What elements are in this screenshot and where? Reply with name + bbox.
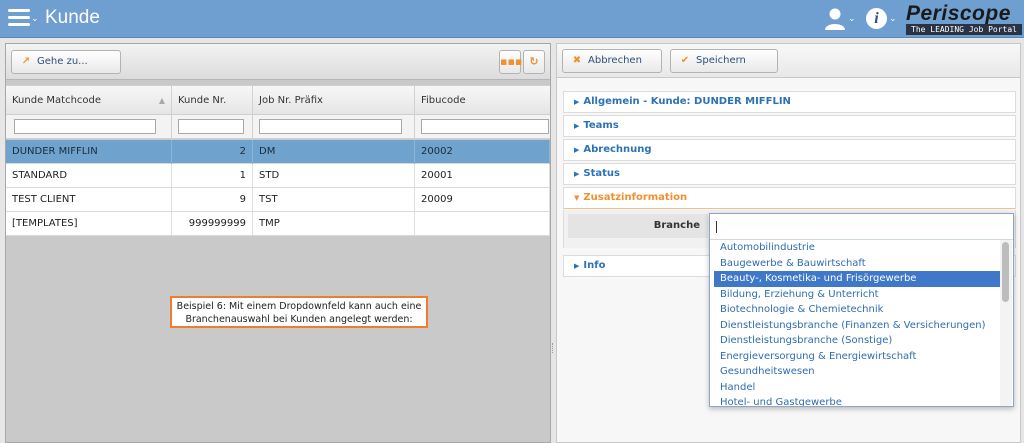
dropdown-option[interactable]: Energieversorgung & Energiewirtschaft: [714, 349, 1000, 365]
dropdown-option[interactable]: Dienstleistungsbranche (Sonstige): [714, 333, 1000, 349]
table-cell-fibu: 20001: [415, 164, 550, 188]
logo-tagline: The LEADING Job Portal: [906, 24, 1022, 35]
table-body: DUNDER MIFFLIN 2 DM 20002 STANDARD 1 STD 20001 T…: [6, 140, 550, 236]
save-button[interactable]: ✔ Speichern: [670, 49, 778, 73]
table-cell-praefix: DM: [253, 140, 415, 164]
chevron-down-icon[interactable]: ⌄: [848, 14, 856, 24]
dropdown-option[interactable]: Dienstleistungsbranche (Finanzen & Versi…: [714, 318, 1000, 334]
refresh-icon[interactable]: ↻: [523, 50, 545, 74]
table-cell-nr: 1: [172, 164, 253, 188]
filter-row: [6, 115, 550, 139]
arrow-up-right-icon: ↗: [21, 56, 31, 67]
dropdown-option[interactable]: Hotel- und Gastgewerbe: [714, 395, 1000, 406]
section-teams[interactable]: ▶ Teams: [563, 115, 1016, 137]
dropdown-option[interactable]: Automobilindustrie: [714, 240, 1000, 256]
section-abrechnung[interactable]: ▶ Abrechnung: [563, 139, 1016, 161]
section-allgemein[interactable]: ▶ Allgemein - Kunde: DUNDER MIFFLIN: [563, 91, 1016, 113]
x-icon: ✖: [572, 55, 582, 66]
table-cell-matchcode: [TEMPLATES]: [6, 212, 172, 236]
section-status[interactable]: ▶ Status: [563, 163, 1016, 185]
column-header-matchcode[interactable]: Kunde Matchcode ▲: [6, 86, 172, 116]
page-title: Kunde: [45, 7, 100, 28]
caret-right-icon: ▶: [574, 98, 580, 106]
chevron-down-icon[interactable]: ⌄: [31, 14, 39, 24]
goto-button-label: Gehe zu...: [37, 56, 88, 67]
dropdown-option[interactable]: Biotechnologie & Chemietechnik: [714, 302, 1000, 318]
caret-right-icon: ▶: [574, 146, 580, 154]
info-icon[interactable]: i: [866, 8, 887, 29]
table-cell-matchcode: DUNDER MIFFLIN: [6, 140, 172, 164]
cancel-button-label: Abbrechen: [588, 55, 642, 66]
caret-right-icon: ▶: [574, 262, 580, 270]
filter-input-praefix[interactable]: [259, 119, 402, 134]
table-cell-praefix: STD: [253, 164, 415, 188]
hamburger-icon[interactable]: [8, 9, 30, 27]
table-cell-matchcode: STANDARD: [6, 164, 172, 188]
logo-name: Periscope: [906, 2, 1011, 25]
column-header-fibucode[interactable]: Fibucode: [415, 86, 550, 116]
annotation-callout: Beispiel 6: Mit einem Dropdownfeld kann …: [170, 296, 428, 328]
branche-search-input[interactable]: [710, 214, 1013, 240]
logo: Periscope The LEADING Job Portal: [904, 2, 1022, 36]
table-row[interactable]: DUNDER MIFFLIN 2 DM 20002: [6, 140, 550, 164]
caret-right-icon: ▶: [574, 170, 580, 178]
branche-label: Branche: [653, 220, 700, 231]
caret-right-icon: ▶: [574, 122, 580, 130]
check-icon: ✔: [680, 55, 690, 66]
table-cell-praefix: TST: [253, 188, 415, 212]
filter-input-fibucode[interactable]: [421, 119, 549, 134]
dropdown-option[interactable]: Handel: [714, 380, 1000, 396]
more-options-button[interactable]: ▪▪▪: [499, 50, 522, 74]
detail-toolbar: ✖ Abbrechen ✔ Speichern: [557, 44, 1020, 78]
column-header-kunde-nr[interactable]: Kunde Nr.: [172, 86, 253, 116]
list-toolbar: ↗ Gehe zu... ▪▪▪ ↻: [6, 44, 550, 80]
table-header: Kunde Matchcode ▲ Kunde Nr. Job Nr. Präf…: [6, 85, 550, 116]
dropdown-option[interactable]: Beauty-, Kosmetika- und Frisörgewerbe: [714, 271, 1000, 287]
filter-input-kunde-nr[interactable]: [178, 119, 244, 134]
scrollbar-thumb[interactable]: [1002, 242, 1009, 302]
dropdown-scrollbar[interactable]: [1000, 240, 1012, 406]
section-zusatzinformation[interactable]: ▼ Zusatzinformation: [563, 187, 1016, 209]
save-button-label: Speichern: [696, 55, 746, 66]
table-row[interactable]: STANDARD 1 STD 20001: [6, 164, 550, 188]
filter-input-matchcode[interactable]: [14, 119, 156, 134]
customer-list-panel: ↗ Gehe zu... ▪▪▪ ↻ Kunde Matchcode ▲ Kund…: [5, 43, 551, 443]
table-cell-fibu: [415, 212, 550, 236]
table-cell-nr: 9: [172, 188, 253, 212]
table-row[interactable]: [TEMPLATES] 999999999 TMP: [6, 212, 550, 236]
top-bar: ⌄ Kunde ⌄ i ⌄ Periscope The LEADING Job …: [0, 0, 1024, 38]
goto-button[interactable]: ↗ Gehe zu...: [11, 50, 121, 74]
cancel-button[interactable]: ✖ Abbrechen: [562, 49, 662, 73]
table-cell-matchcode: TEST CLIENT: [6, 188, 172, 212]
dropdown-option[interactable]: Gesundheitswesen: [714, 364, 1000, 380]
table-cell-fibu: 20002: [415, 140, 550, 164]
table-cell-nr: 999999999: [172, 212, 253, 236]
dropdown-option[interactable]: Baugewerbe & Bauwirtschaft: [714, 256, 1000, 272]
table-cell-nr: 2: [172, 140, 253, 164]
dropdown-option[interactable]: Bildung, Erziehung & Unterricht: [714, 287, 1000, 303]
column-header-praefix[interactable]: Job Nr. Präfix: [253, 86, 415, 116]
chevron-down-icon[interactable]: ⌄: [889, 14, 897, 24]
sort-icon: ▲: [158, 96, 165, 105]
table-cell-praefix: TMP: [253, 212, 415, 236]
branche-dropdown[interactable]: Automobilindustrie Baugewerbe & Bauwirtsc…: [709, 213, 1014, 407]
caret-down-icon: ▼: [574, 194, 580, 202]
branche-options: Automobilindustrie Baugewerbe & Bauwirtsc…: [714, 240, 1000, 406]
branche-field-row: Branche: [568, 214, 708, 238]
table-row[interactable]: TEST CLIENT 9 TST 20009: [6, 188, 550, 212]
table-cell-fibu: 20009: [415, 188, 550, 212]
user-icon[interactable]: [824, 7, 846, 31]
